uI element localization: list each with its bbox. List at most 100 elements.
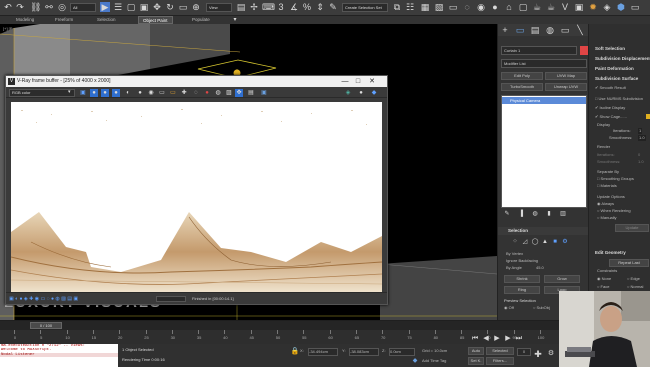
remove-modifier-icon[interactable]: ▮ (544, 209, 554, 219)
color-correction-icon[interactable]: ✥ (235, 89, 243, 97)
snap-toggle-icon[interactable]: 3 (276, 2, 286, 12)
key-filter-selected[interactable]: Selected (486, 347, 514, 355)
placement-icon[interactable]: ⊕ (191, 2, 201, 12)
iterations-field[interactable]: 1 (638, 128, 643, 134)
x-coordinate-field[interactable]: -34.494cm (308, 348, 338, 356)
preview-subobj-radio[interactable]: ○ SubObj (533, 305, 550, 311)
lock-selection-icon[interactable]: 🔒 (290, 347, 300, 357)
modifier-list-dropdown[interactable]: Modifier List (501, 59, 587, 68)
ignore-backfacing-check[interactable]: Ignore Backfacing (506, 258, 538, 264)
reference-coord-dropdown[interactable]: View (206, 3, 232, 12)
previous-frame-icon[interactable]: ◀ (481, 334, 491, 344)
edge-icon[interactable]: ◿ (520, 237, 530, 247)
maximize-icon[interactable]: □ (352, 76, 364, 87)
spinner-snap-icon[interactable]: ⇕ (315, 2, 325, 12)
selection-settings-icon[interactable]: ⚙ (560, 237, 570, 247)
configure-sets-icon[interactable]: ▥ (558, 209, 568, 219)
always-radio[interactable]: ◉ Always (597, 201, 614, 207)
alpha-channel-icon[interactable]: ◐ (124, 89, 132, 97)
show-end-result-icon[interactable]: ▐ (516, 209, 526, 219)
edit-poly-button[interactable]: Edit Poly (501, 72, 543, 80)
render-iterative-icon[interactable]: ☕ (546, 2, 556, 12)
named-selection-icon[interactable]: ✎ (328, 2, 338, 12)
interactive-render-icon[interactable]: ◈ (344, 89, 352, 97)
selection-filter-dropdown[interactable]: All (70, 3, 96, 12)
history-icon[interactable]: ◍ (214, 89, 222, 97)
layer-explorer-icon[interactable]: ▧ (434, 2, 444, 12)
preview-off-radio[interactable]: ◉ Off (504, 305, 514, 311)
unlink-icon[interactable]: ⚯ (44, 2, 54, 12)
shrink-button[interactable]: Shrink (504, 275, 540, 283)
object-color-swatch[interactable] (580, 46, 588, 55)
teapot-icon[interactable]: ◆ (370, 89, 378, 97)
constraint-none-radio[interactable]: ◉ None (597, 276, 611, 282)
ring-button[interactable]: Ring (504, 286, 540, 294)
rotate-icon[interactable]: ↻ (165, 2, 175, 12)
smooth-result-check[interactable]: ✔ Smooth Result (595, 85, 626, 91)
time-slider-track[interactable]: 0 / 100 (0, 321, 560, 330)
clear-icon[interactable]: ▭ (169, 89, 177, 97)
hierarchy-tab-icon[interactable]: ▤ (530, 25, 540, 35)
update-button[interactable]: Update (615, 224, 649, 232)
align-icon[interactable]: ☷ (405, 2, 415, 12)
soft-selection-header[interactable]: Soft Selection (589, 45, 650, 53)
materials-check[interactable]: □ Materials (597, 183, 617, 189)
tab-modeling[interactable]: Modeling (16, 16, 34, 24)
duplicate-icon[interactable]: ✚ (180, 89, 188, 97)
polygon-icon[interactable]: ▲ (540, 237, 550, 247)
z-coordinate-field[interactable]: 0.0cm (389, 348, 415, 356)
save-image-icon[interactable]: ▣ (79, 89, 87, 97)
play-icon[interactable]: ▶ (492, 334, 502, 344)
modify-tab-icon[interactable]: ▭ (515, 25, 525, 35)
red-channel-icon[interactable]: ● (90, 89, 98, 97)
time-tag-icon[interactable]: ◆ (410, 356, 420, 366)
go-to-start-icon[interactable]: ⏮ (470, 334, 480, 344)
create-tab-icon[interactable]: + (500, 25, 510, 35)
uvw-map-button[interactable]: UVW Map (545, 72, 587, 80)
selection-rollout-header[interactable]: Selection (498, 227, 589, 235)
blue-channel-icon[interactable]: ● (112, 89, 120, 97)
utilities-tab-icon[interactable]: ╲ (575, 25, 585, 35)
region-render-icon[interactable]: ● (203, 89, 211, 97)
select-by-name-icon[interactable]: ☰ (113, 2, 123, 12)
vray-light-icon[interactable]: ✹ (588, 2, 598, 12)
show-cage-check[interactable]: ✔ Show Cage...... (595, 114, 627, 120)
selection-set-dropdown[interactable]: Create Selection Set (342, 3, 388, 12)
select-manipulate-icon[interactable]: ✢ (249, 2, 259, 12)
go-to-end-icon[interactable]: ⏭ (514, 334, 524, 344)
curve-editor-icon[interactable]: ◌ (462, 2, 472, 12)
undo-icon[interactable]: ↶ (3, 2, 13, 12)
close-icon[interactable]: ✕ (366, 76, 378, 87)
render-smoothness-field[interactable]: 1.0 (638, 159, 644, 165)
stereo-icon[interactable]: ▣ (260, 89, 268, 97)
subdivision-surface-header[interactable]: Subdivision Surface (589, 75, 650, 83)
by-angle-check[interactable]: By Angle (506, 265, 522, 271)
constraint-normal-radio[interactable]: ○ Normal (627, 284, 643, 290)
load-icon[interactable]: ▭ (158, 89, 166, 97)
tab-selection[interactable]: Selection (97, 16, 116, 24)
object-name-field[interactable]: Curtain 1 (501, 46, 577, 55)
save-icon[interactable]: ◉ (147, 89, 155, 97)
unwrap-uvw-button[interactable]: Unwrap UVW (545, 83, 587, 91)
angle-field[interactable]: 45.0 (536, 265, 544, 271)
modifier-stack[interactable]: Physical Camera (501, 95, 587, 208)
y-coordinate-field[interactable]: -38.083cm (349, 348, 379, 356)
folder-icon[interactable]: ▭ (630, 2, 640, 12)
paint-deformation-header[interactable]: Paint Deformation (589, 65, 650, 73)
key-filters-button[interactable]: Filters... (486, 357, 514, 365)
vertex-icon[interactable]: ⁘ (510, 237, 520, 247)
turbosmooth-button[interactable]: TurboSmooth (501, 83, 543, 91)
tab-freeform[interactable]: Freeform (55, 16, 73, 24)
tab-object-paint[interactable]: Object Paint (138, 16, 173, 24)
render-canvas[interactable] (11, 102, 382, 292)
smoothness-field[interactable]: 1.0 (638, 135, 646, 141)
vray-icon[interactable]: V (560, 2, 570, 12)
channel-select[interactable]: RGB color (9, 89, 75, 97)
vray-camera-icon[interactable]: ◈ (602, 2, 612, 12)
auto-key-button[interactable]: Auto (468, 347, 484, 355)
mirror-icon[interactable]: ⧉ (392, 2, 402, 12)
constraint-edge-radio[interactable]: ○ Edge (627, 276, 640, 282)
rendered-frame-icon[interactable]: ▢ (518, 2, 528, 12)
by-vertex-check[interactable]: By Vertex (506, 251, 523, 257)
tab-populate[interactable]: Populate (192, 16, 210, 24)
